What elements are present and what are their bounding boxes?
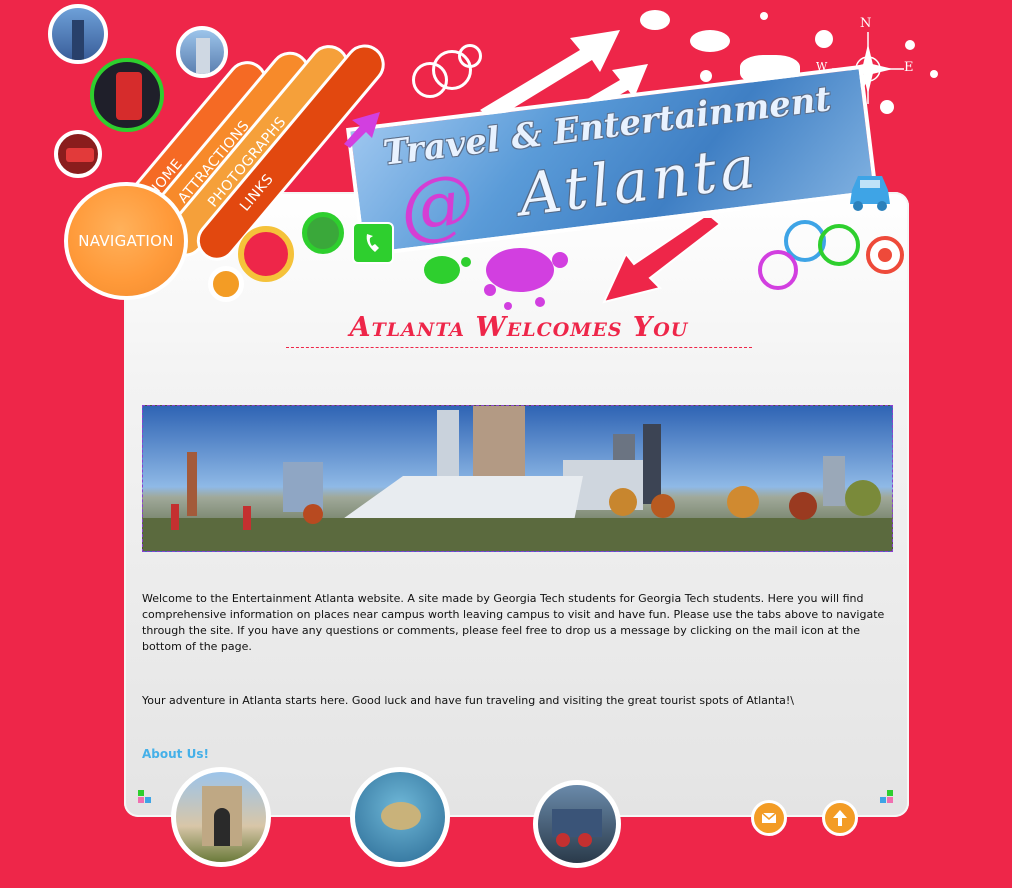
atlanta-panorama-image xyxy=(142,405,893,552)
pixel-decoration-icon xyxy=(138,790,152,804)
arrow-up-icon xyxy=(833,810,847,826)
navigation-hub: NAVIGATION xyxy=(64,182,188,300)
photo-cnn-logo xyxy=(54,130,102,178)
ring-decoration xyxy=(818,224,860,266)
photo-sea-turtle[interactable] xyxy=(350,767,450,867)
photo-skyscraper xyxy=(48,4,108,64)
compass-north: N xyxy=(860,16,872,31)
page-title: Atlanta Welcomes You xyxy=(286,312,752,348)
pixel-decoration-icon xyxy=(880,790,894,804)
navigation-label: NAVIGATION xyxy=(78,232,174,250)
ring-decoration xyxy=(866,236,904,274)
photo-locomotive[interactable] xyxy=(533,780,621,868)
ring-decoration xyxy=(458,44,482,68)
about-us-link[interactable]: About Us! xyxy=(142,747,209,761)
paint-splash xyxy=(424,248,568,310)
mail-icon xyxy=(761,812,777,824)
tagline-paragraph: Your adventure in Atlanta starts here. G… xyxy=(142,694,795,707)
mail-button[interactable] xyxy=(751,800,787,836)
photo-tower xyxy=(176,26,228,78)
compass-east: E xyxy=(904,60,914,75)
orange-circle-decoration xyxy=(208,266,244,302)
at-sign-logo: @ xyxy=(395,157,479,252)
green-circle-decoration xyxy=(302,212,344,254)
car-icon xyxy=(850,176,890,211)
photo-theater-sign xyxy=(90,58,164,132)
ring-decoration xyxy=(758,250,798,290)
intro-paragraph: Welcome to the Entertainment Atlanta web… xyxy=(142,592,885,653)
red-circle-decoration xyxy=(238,226,294,282)
back-to-top-button[interactable] xyxy=(822,800,858,836)
photo-arch-monument[interactable] xyxy=(171,767,271,867)
phone-icon[interactable] xyxy=(352,222,394,264)
